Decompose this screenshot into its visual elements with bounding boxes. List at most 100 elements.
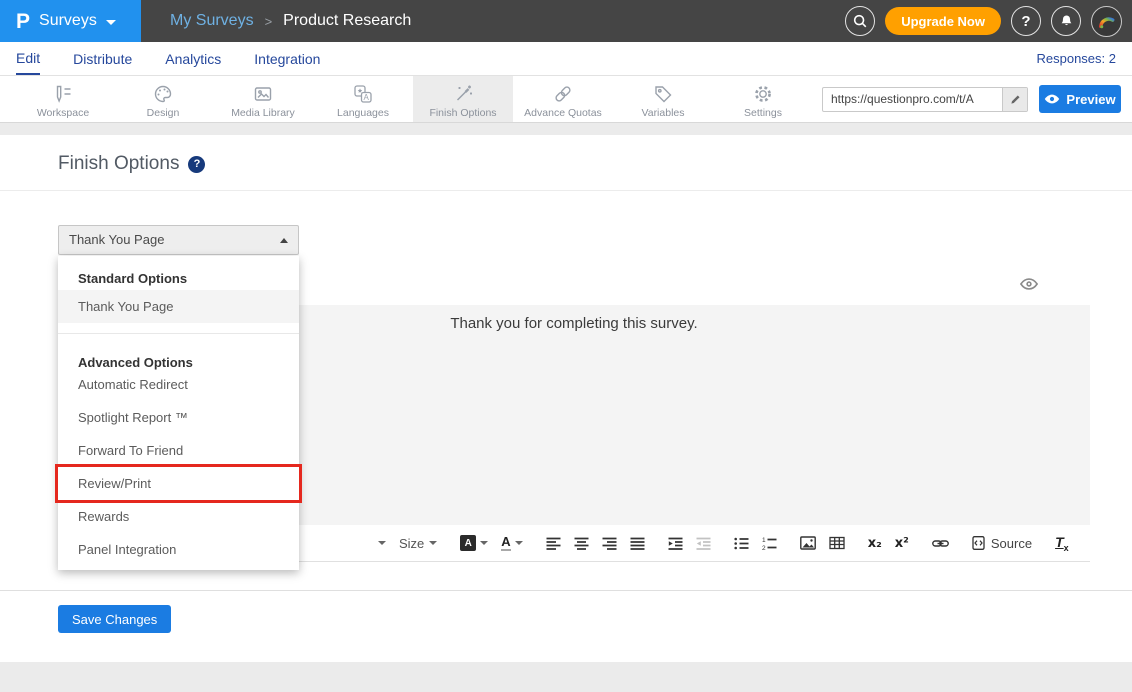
menu-item-automatic-redirect[interactable]: Automatic Redirect (58, 368, 299, 401)
ribbon-items: Workspace Design (13, 76, 813, 122)
insert-image-button[interactable] (800, 536, 816, 550)
breadcrumb-current-survey: Product Research (283, 12, 411, 30)
source-button[interactable]: Source (972, 536, 1032, 551)
align-right-icon (602, 537, 617, 550)
font-dropdown-caret[interactable] (378, 541, 386, 545)
align-center-icon (574, 537, 589, 550)
svg-text:2: 2 (762, 544, 766, 549)
footer-divider (0, 590, 1132, 591)
text-color-button[interactable]: A (501, 535, 522, 551)
svg-text:1: 1 (762, 537, 766, 544)
responses-count: Responses: 2 (1037, 42, 1117, 75)
align-right-button[interactable] (602, 537, 617, 550)
decrease-indent-button[interactable] (696, 537, 711, 550)
page-title: Finish Options (58, 153, 179, 175)
breadcrumb: My Surveys > Product Research (170, 0, 411, 42)
save-changes-button[interactable]: Save Changes (58, 605, 171, 633)
finish-options-help-icon[interactable]: ? (188, 156, 205, 173)
background-color-button[interactable]: A (460, 535, 488, 551)
align-left-icon (546, 537, 561, 550)
menu-item-forward-to-friend[interactable]: Forward To Friend (58, 434, 299, 467)
insert-table-icon (829, 536, 845, 550)
svg-text:A: A (364, 92, 370, 101)
ribbon-item-workspace[interactable]: Workspace (13, 76, 113, 122)
increase-indent-button[interactable] (668, 537, 683, 550)
ribbon-item-design[interactable]: Design (113, 76, 213, 122)
help-button[interactable]: ? (1011, 6, 1041, 36)
edit-url-button[interactable] (1002, 88, 1027, 111)
gear-icon (752, 82, 774, 105)
numbered-list-icon: 1 2 (762, 537, 777, 550)
justify-button[interactable] (630, 537, 645, 550)
preview-button-label: Preview (1066, 92, 1115, 107)
ribbon-item-variables[interactable]: Variables (613, 76, 713, 122)
superscript-button[interactable]: x² (895, 536, 909, 551)
top-header-bar: P Surveys My Surveys > Product Research … (0, 0, 1132, 42)
numbered-list-button[interactable]: 1 2 (762, 537, 777, 550)
align-left-button[interactable] (546, 537, 561, 550)
remove-format-button[interactable]: Tx (1055, 534, 1069, 553)
insert-link-button[interactable] (932, 537, 949, 550)
chevron-down-icon (515, 541, 523, 545)
decrease-indent-icon (696, 537, 711, 550)
section-tabs: Edit Distribute Analytics Integration (16, 42, 320, 75)
menu-item-panel-integration[interactable]: Panel Integration (58, 533, 299, 566)
tab-edit[interactable]: Edit (16, 42, 40, 75)
menu-item-thank-you-page[interactable]: Thank You Page (58, 290, 299, 323)
chevron-down-icon (480, 541, 488, 545)
breadcrumb-my-surveys[interactable]: My Surveys (170, 12, 254, 30)
bullet-list-icon (734, 537, 749, 550)
source-button-label: Source (991, 536, 1032, 551)
ribbon-item-finish-options[interactable]: Finish Options (413, 76, 513, 122)
tag-icon (652, 82, 674, 105)
breadcrumb-separator: > (265, 14, 273, 29)
tab-distribute[interactable]: Distribute (73, 42, 132, 75)
ribbon-item-settings[interactable]: Settings (713, 76, 813, 122)
finish-option-select[interactable]: Thank You Page (58, 225, 299, 255)
menu-group-standard-options: Standard Options (58, 268, 299, 290)
page-head: Finish Options ? (58, 153, 205, 175)
surveys-menu-button[interactable]: P Surveys (0, 0, 141, 42)
magic-wand-icon (452, 82, 474, 105)
insert-table-button[interactable] (829, 536, 845, 550)
survey-url-field[interactable]: https://questionpro.com/t/A (822, 87, 1028, 112)
menu-group-advanced-options: Advanced Options (58, 334, 299, 368)
search-icon (852, 13, 868, 29)
finish-option-dropdown-menu: Standard Options Thank You Page Advanced… (58, 256, 299, 570)
eye-icon (1044, 94, 1060, 104)
menu-item-rewards[interactable]: Rewards (58, 500, 299, 533)
menu-item-spotlight-report[interactable]: Spotlight Report ™ (58, 401, 299, 434)
survey-section-nav: Edit Distribute Analytics Integration Re… (0, 42, 1132, 76)
ribbon-item-advance-quotas[interactable]: Advance Quotas (513, 76, 613, 122)
ribbon-item-languages[interactable]: A Languages (313, 76, 413, 122)
link-icon (932, 537, 949, 550)
bullet-list-button[interactable] (734, 537, 749, 550)
workspace-icon (52, 82, 74, 105)
chevron-down-icon (429, 541, 437, 545)
subscript-button[interactable]: x₂ (868, 536, 882, 551)
chevron-down-icon (106, 20, 116, 25)
pencil-icon (1010, 94, 1021, 105)
questionpro-logo: P (16, 11, 30, 32)
preview-button[interactable]: Preview (1039, 85, 1121, 113)
image-icon (252, 82, 274, 105)
surveys-menu-label: Surveys (39, 12, 97, 30)
menu-item-review-print[interactable]: Review/Print (58, 467, 299, 500)
tab-analytics[interactable]: Analytics (165, 42, 221, 75)
notifications-button[interactable] (1051, 6, 1081, 36)
eye-icon (1020, 278, 1038, 290)
align-center-button[interactable] (574, 537, 589, 550)
search-button[interactable] (845, 6, 875, 36)
source-code-icon (972, 536, 985, 550)
preview-toggle-button[interactable] (1020, 278, 1038, 290)
font-size-dropdown[interactable]: Size (399, 536, 437, 551)
text-color-icon: A (501, 535, 510, 551)
ribbon-item-media-library[interactable]: Media Library (213, 76, 313, 122)
account-avatar[interactable] (1091, 6, 1122, 37)
tab-integration[interactable]: Integration (254, 42, 320, 75)
palette-icon (152, 82, 174, 105)
avatar-rainbow-icon (1096, 11, 1117, 32)
question-mark-icon: ? (1021, 13, 1030, 30)
thank-you-message-text: Thank you for completing this survey. (450, 315, 697, 332)
upgrade-now-button[interactable]: Upgrade Now (885, 7, 1001, 35)
